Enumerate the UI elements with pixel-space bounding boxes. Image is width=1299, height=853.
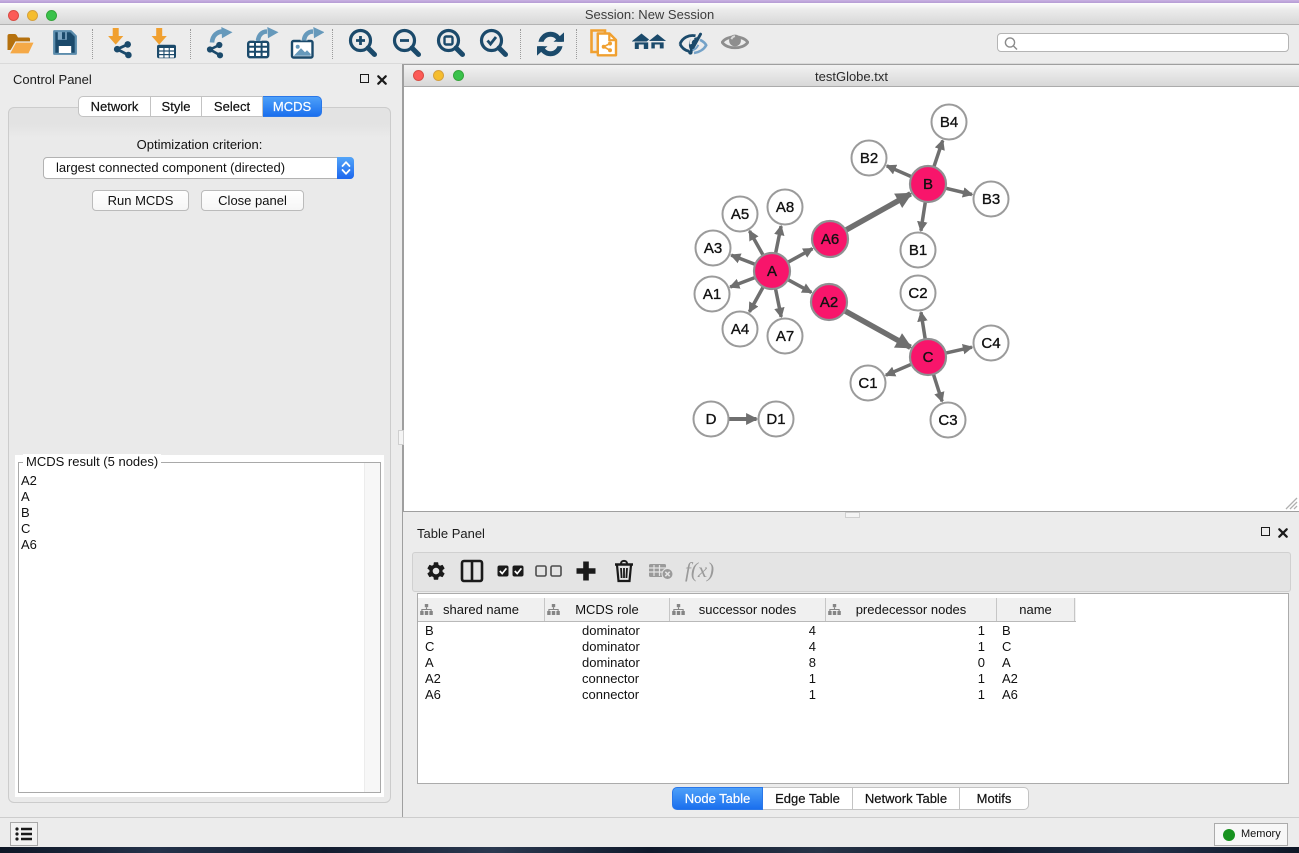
svg-text:B: B [923,176,933,193]
svg-text:C2: C2 [908,285,927,302]
svg-text:A4: A4 [731,321,749,338]
svg-text:C1: C1 [858,375,877,392]
svg-text:B1: B1 [909,242,927,259]
svg-text:C: C [923,349,934,366]
svg-text:C4: C4 [981,335,1000,352]
svg-text:B3: B3 [982,191,1000,208]
svg-text:D: D [706,411,717,428]
svg-text:A7: A7 [776,328,794,345]
svg-text:A2: A2 [820,294,838,311]
svg-text:A5: A5 [731,206,749,223]
svg-text:A1: A1 [703,286,721,303]
svg-text:A8: A8 [776,199,794,216]
svg-text:D1: D1 [766,411,785,428]
svg-text:C3: C3 [938,412,957,429]
svg-text:A3: A3 [704,240,722,257]
svg-text:A: A [767,263,777,280]
svg-text:B4: B4 [940,114,958,131]
svg-text:B2: B2 [860,150,878,167]
svg-text:A6: A6 [821,231,839,248]
